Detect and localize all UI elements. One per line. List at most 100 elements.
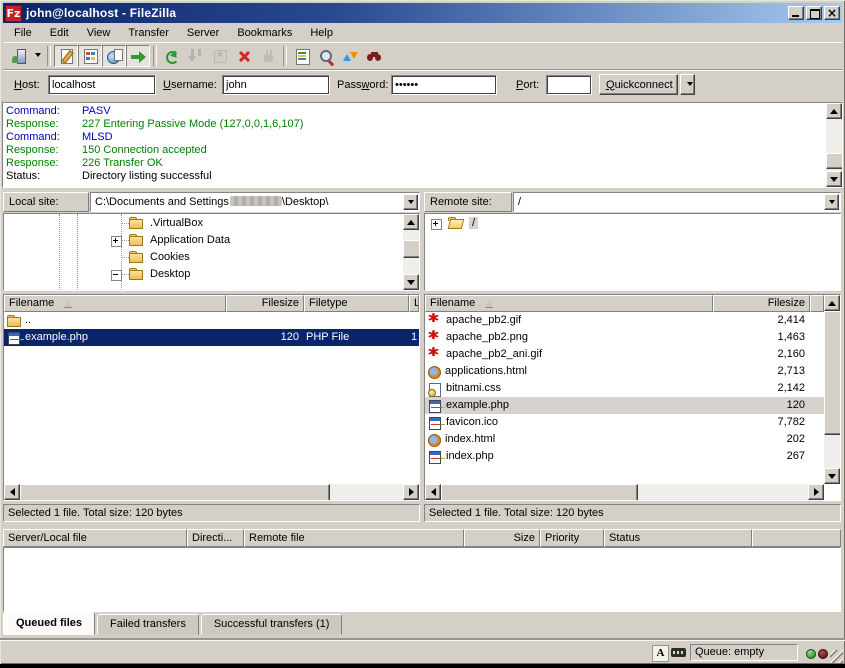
scroll-up-button[interactable]	[403, 214, 419, 230]
scroll-down-button[interactable]	[403, 274, 419, 290]
column-header-priority[interactable]: Priority	[540, 529, 604, 547]
menu-item-bookmarks[interactable]: Bookmarks	[228, 25, 301, 41]
file-row[interactable]: index.php267	[425, 448, 824, 465]
log-scrollbar[interactable]	[826, 103, 842, 187]
column-header-directi-[interactable]: Directi...	[187, 529, 244, 547]
file-row[interactable]: applications.html2,713	[425, 363, 824, 380]
scroll-up-button[interactable]	[824, 295, 840, 311]
local-tree-scrollbar[interactable]	[403, 214, 419, 290]
remote-vscrollbar[interactable]	[824, 295, 840, 484]
site-manager-button[interactable]	[7, 45, 31, 67]
local-site-combo[interactable]: C:\Documents and Settings\Desktop\	[90, 192, 420, 212]
username-input[interactable]	[222, 75, 330, 95]
column-header-size[interactable]: Size	[464, 529, 540, 547]
column-header-filesize[interactable]: Filesize	[226, 295, 304, 312]
scrollbar-thumb[interactable]	[403, 240, 420, 258]
column-header-l[interactable]: L	[409, 295, 419, 312]
file-row[interactable]: apache_pb2_ani.gif2,160	[425, 346, 824, 363]
file-row[interactable]: example.php120PHP File1	[4, 329, 419, 346]
file-row[interactable]: apache_pb2.png1,463	[425, 329, 824, 346]
column-header-remote-file[interactable]: Remote file	[244, 529, 464, 547]
toggle-local-tree-button[interactable]	[78, 45, 102, 67]
file-size-cell: 7,782	[713, 414, 810, 431]
reconnect-button[interactable]	[256, 45, 280, 67]
local-tree-item[interactable]: Cookies	[4, 249, 403, 266]
column-header-filetype[interactable]: Filetype	[304, 295, 409, 312]
remote-site-combo[interactable]: /	[513, 192, 841, 212]
scroll-right-button[interactable]	[403, 484, 419, 500]
local-tree-item[interactable]: Desktop	[4, 266, 403, 283]
find-button[interactable]	[362, 45, 386, 67]
refresh-button[interactable]	[160, 45, 184, 67]
menu-item-file[interactable]: File	[5, 25, 41, 41]
toggle-remote-tree-button[interactable]	[102, 45, 126, 67]
menu-item-edit[interactable]: Edit	[41, 25, 78, 41]
tab-successful-transfers-1-[interactable]: Successful transfers (1)	[201, 614, 343, 635]
menu-item-transfer[interactable]: Transfer	[119, 25, 178, 41]
column-header-status[interactable]: Status	[604, 529, 752, 547]
password-input[interactable]	[391, 75, 497, 95]
process-queue-button[interactable]	[184, 45, 208, 67]
scrollbar-thumb[interactable]	[824, 311, 841, 435]
local-hscrollbar[interactable]	[4, 484, 419, 500]
cancel-button[interactable]	[208, 45, 232, 67]
close-button[interactable]: ×	[824, 6, 840, 20]
local-tree-item[interactable]: Application Data	[4, 232, 403, 249]
file-row[interactable]: index.html202	[425, 431, 824, 448]
file-row[interactable]: apache_pb2.gif2,414	[425, 312, 824, 329]
file-row[interactable]: bitnami.css2,142	[425, 380, 824, 397]
scrollbar-thumb[interactable]	[441, 484, 638, 501]
filter-button[interactable]	[290, 45, 314, 67]
column-header-spacer[interactable]	[752, 529, 841, 547]
remote-tree-item[interactable]: /	[425, 215, 840, 232]
host-input[interactable]	[48, 75, 156, 95]
tab-failed-transfers[interactable]: Failed transfers	[97, 614, 199, 635]
menu-item-server[interactable]: Server	[178, 25, 228, 41]
scroll-down-button[interactable]	[824, 468, 840, 484]
log-message: PASV	[82, 105, 111, 117]
quickconnect-button[interactable]: Quickconnect	[599, 74, 678, 95]
expand-icon[interactable]	[431, 219, 442, 230]
column-header-filesize[interactable]: Filesize	[713, 295, 810, 312]
file-row[interactable]: example.php120	[425, 397, 824, 414]
file-row[interactable]: favicon.ico7,782	[425, 414, 824, 431]
collapse-icon[interactable]	[111, 270, 122, 281]
expand-icon[interactable]	[111, 236, 122, 247]
toggle-queue-button[interactable]	[126, 45, 150, 67]
file-size-cell: 2,160	[713, 346, 810, 363]
sync-browsing-button[interactable]	[338, 45, 362, 67]
menu-item-help[interactable]: Help	[301, 25, 342, 41]
scrollbar-thumb[interactable]	[20, 484, 330, 501]
local-tree-item[interactable]: .VirtualBox	[4, 215, 403, 232]
php-icon	[428, 417, 442, 430]
scroll-down-button[interactable]	[826, 171, 842, 187]
toggle-log-button[interactable]	[54, 45, 78, 67]
data-type-indicator-icon: A	[652, 645, 669, 662]
scroll-up-button[interactable]	[826, 103, 842, 119]
scrollbar-thumb[interactable]	[826, 153, 843, 169]
resize-grip[interactable]	[830, 650, 843, 663]
quickconnect-dropdown-button[interactable]	[680, 74, 695, 95]
minimize-button[interactable]	[788, 6, 804, 20]
column-header-server-local-file[interactable]: Server/Local file	[3, 529, 187, 547]
maximize-button[interactable]	[806, 6, 822, 20]
local-site-label: Local site:	[3, 192, 89, 212]
file-name-cell: example.php	[425, 397, 713, 414]
scroll-left-button[interactable]	[4, 484, 20, 500]
local-site-dropdown-button[interactable]	[403, 194, 418, 210]
column-header-filename[interactable]: Filename	[425, 295, 713, 312]
port-input[interactable]	[546, 75, 592, 95]
site-manager-dropdown-button[interactable]	[31, 45, 44, 67]
scroll-left-button[interactable]	[425, 484, 441, 500]
local-tree-rows: .VirtualBoxApplication DataCookiesDeskto…	[4, 215, 403, 283]
remote-site-dropdown-button[interactable]	[824, 194, 839, 210]
column-header-filename[interactable]: Filename	[4, 295, 226, 312]
tab-queued-files[interactable]: Queued files	[3, 612, 95, 635]
remote-hscrollbar[interactable]	[425, 484, 824, 500]
scroll-right-button[interactable]	[808, 484, 824, 500]
file-row[interactable]: ..	[4, 312, 419, 329]
column-header-spacer[interactable]	[810, 295, 824, 312]
menu-item-view[interactable]: View	[78, 25, 120, 41]
disconnect-button[interactable]	[232, 45, 256, 67]
compare-button[interactable]	[314, 45, 338, 67]
